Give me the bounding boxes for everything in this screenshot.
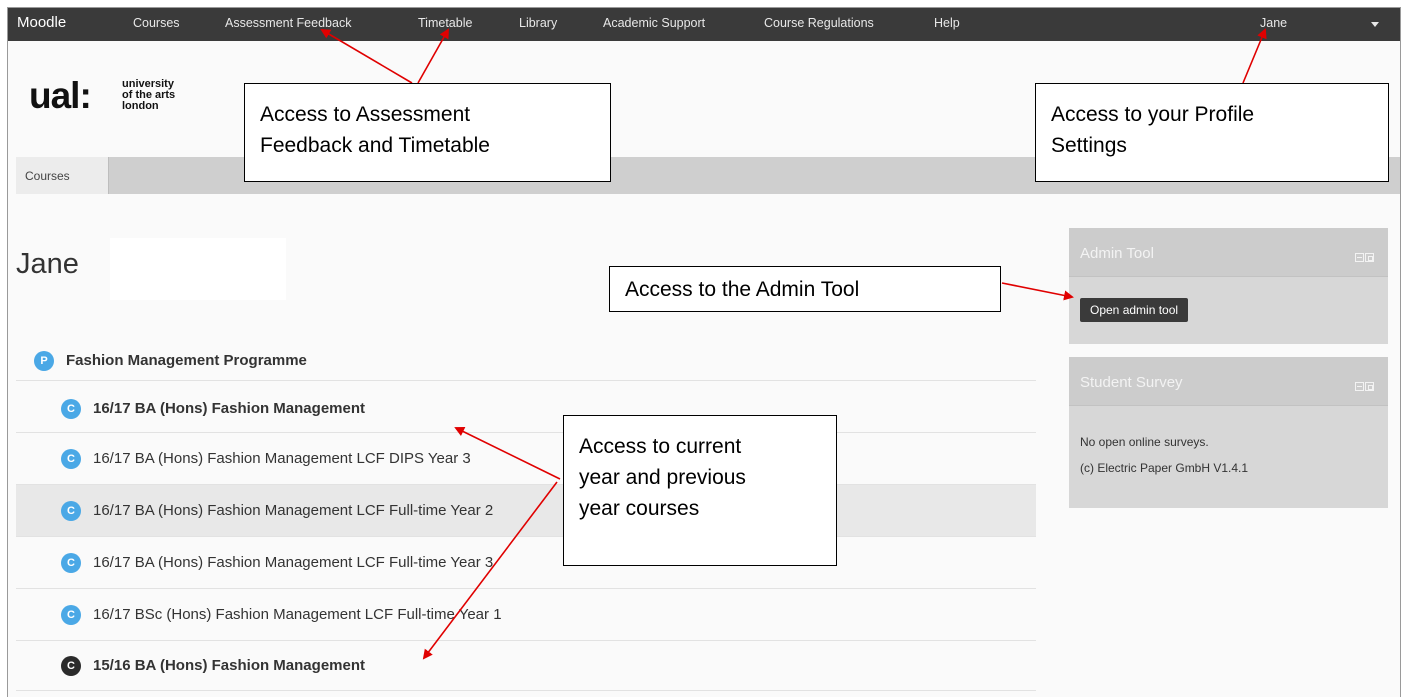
callout-line: Access to the Admin Tool [625, 278, 860, 301]
course-link[interactable]: 16/17 BA (Hons) Fashion Management LCF F… [93, 502, 493, 519]
course-link[interactable]: Fashion Management Programme [66, 352, 307, 369]
list-item[interactable]: C 16/17 BA (Hons) Fashion Management LCF… [16, 485, 1036, 537]
list-item[interactable]: C 16/17 BA (Hons) Fashion Management [16, 381, 1036, 433]
nav-library[interactable]: Library [519, 16, 557, 30]
callout-line: Access to your Profile [1051, 103, 1255, 126]
callout-line: year and previous [579, 466, 746, 489]
course-icon: C [61, 449, 81, 469]
chevron-down-icon[interactable] [1371, 22, 1379, 27]
callout-line: Settings [1051, 134, 1127, 157]
block-controls [1354, 378, 1374, 396]
top-navbar: Moodle Courses Assessment Feedback Timet… [8, 8, 1400, 41]
callout-feedback: Access to Assessment Feedback and Timeta… [244, 83, 611, 182]
user-menu[interactable]: Jane [1260, 16, 1287, 30]
block-title: Admin Tool [1080, 245, 1154, 262]
block-header: Student Survey [1069, 357, 1388, 406]
nav-assessment-feedback[interactable]: Assessment Feedback [225, 16, 351, 30]
course-link[interactable]: 16/17 BA (Hons) Fashion Management [93, 400, 365, 417]
course-icon: C [61, 501, 81, 521]
nav-course-regulations[interactable]: Course Regulations [764, 16, 874, 30]
course-link[interactable]: 16/17 BA (Hons) Fashion Management LCF F… [93, 554, 493, 571]
dock-icon[interactable] [1365, 382, 1374, 391]
survey-copyright: (c) Electric Paper GmbH V1.4.1 [1080, 461, 1249, 475]
list-item[interactable]: C 16/17 BSc (Hons) Fashion Management LC… [16, 589, 1036, 641]
list-item[interactable]: C [16, 691, 1036, 697]
collapse-icon[interactable] [1355, 253, 1364, 262]
course-icon: C [61, 399, 81, 419]
dock-icon[interactable] [1365, 253, 1374, 262]
callout-line: Access to Assessment [260, 103, 471, 126]
open-admin-tool-button[interactable]: Open admin tool [1080, 298, 1189, 322]
page-title: Jane [16, 248, 79, 280]
nav-courses[interactable]: Courses [133, 16, 180, 30]
collapse-icon[interactable] [1355, 382, 1364, 391]
callout-line: Feedback and Timetable [260, 134, 490, 157]
course-icon: C [61, 605, 81, 625]
nav-help[interactable]: Help [934, 16, 960, 30]
logo-wordmark: ual: [29, 75, 92, 116]
block-title: Student Survey [1080, 374, 1183, 391]
course-icon: C [61, 656, 81, 676]
callout-admin: Access to the Admin Tool [609, 266, 1001, 312]
logo-subtitle: university of the arts london [122, 79, 192, 112]
course-link[interactable]: 16/17 BA (Hons) Fashion Management LCF D… [93, 450, 471, 467]
screenshot-frame: Moodle Courses Assessment Feedback Timet… [0, 0, 1407, 697]
block-controls [1354, 249, 1374, 267]
block-header: Admin Tool [1069, 228, 1388, 277]
student-survey-block: Student Survey No open online surveys. (… [1069, 357, 1388, 508]
programme-icon: P [34, 351, 54, 371]
breadcrumb-courses[interactable]: Courses [16, 157, 109, 194]
list-item[interactable]: C 16/17 BA (Hons) Fashion Management LCF… [16, 537, 1036, 589]
nav-academic-support[interactable]: Academic Support [603, 16, 705, 30]
brand-link[interactable]: Moodle [17, 14, 66, 31]
list-item[interactable]: P Fashion Management Programme [16, 338, 1036, 381]
course-icon: C [61, 553, 81, 573]
list-item[interactable]: C 15/16 BA (Hons) Fashion Management [16, 641, 1036, 691]
callout-profile: Access to your Profile Settings [1035, 83, 1389, 182]
course-link[interactable]: 15/16 BA (Hons) Fashion Management [93, 657, 365, 674]
course-link[interactable]: 16/17 BSc (Hons) Fashion Management LCF … [93, 606, 502, 623]
logo-line: london [122, 100, 159, 112]
list-item[interactable]: C 16/17 BA (Hons) Fashion Management LCF… [16, 433, 1036, 485]
nav-timetable[interactable]: Timetable [418, 16, 472, 30]
admin-tool-block: Admin Tool Open admin tool [1069, 228, 1388, 344]
callout-courses: Access to current year and previous year… [563, 415, 837, 566]
redaction-box [110, 238, 286, 300]
survey-status: No open online surveys. [1080, 435, 1209, 449]
callout-line: Access to current [579, 435, 742, 458]
callout-line: year courses [579, 497, 700, 520]
